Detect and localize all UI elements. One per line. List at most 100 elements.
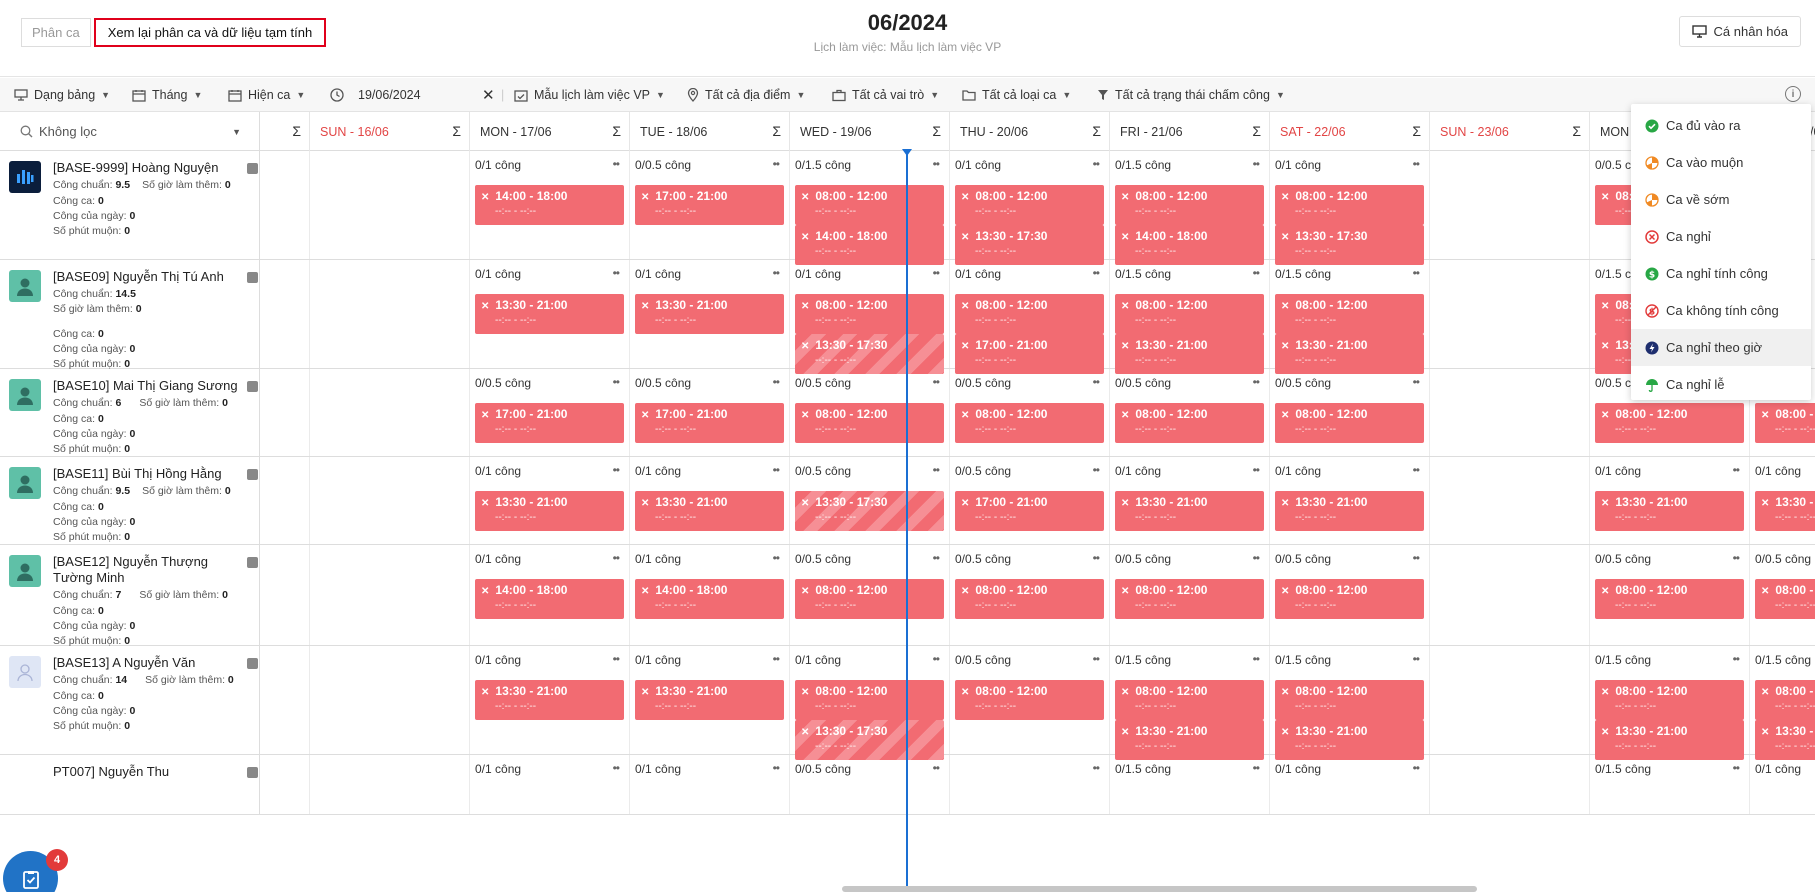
shift-block[interactable]: ✕ 08:00 - 12:00 --:-- - --:-- — [955, 403, 1104, 443]
shift-block[interactable]: ✕ 13:30 - 21:00 --:-- - --:-- — [635, 680, 784, 720]
shift-block[interactable]: ✕ 17:00 - 21:00 --:-- - --:-- — [955, 491, 1104, 531]
day-cell[interactable] — [310, 545, 470, 645]
shift-block[interactable]: ✕ 08:00 - 12:00 --:-- - --:-- — [955, 579, 1104, 619]
shift-block[interactable]: ✕ 13:30 - 21:00 --:-- - --:-- — [475, 680, 624, 720]
shift-block[interactable]: ✕ 13:30 - 21:00 --:-- - --:-- — [635, 294, 784, 334]
day-cell[interactable] — [1430, 369, 1590, 456]
day-cell[interactable]: 0/1.5 công••✕08:00 - 12:00--:-- - --:--✕… — [1110, 151, 1270, 265]
day-cell[interactable]: 0/1 công •• ✕ 13:30 - 21:00 --:-- - --:-- — [1590, 457, 1750, 544]
more-options-icon[interactable]: •• — [1733, 652, 1740, 666]
day-header[interactable]: FRI - 21/06 Σ — [1110, 112, 1270, 151]
shift-block[interactable]: ✕ 08:00 - 12:00 --:-- - --:-- — [955, 185, 1104, 225]
shift-block[interactable]: ✕ 17:00 - 21:00 --:-- - --:-- — [635, 185, 784, 225]
more-options-icon[interactable]: •• — [773, 463, 780, 477]
shift-block[interactable]: ✕ 13:30 - 21:00 --:-- - --:-- — [1115, 491, 1264, 531]
shift-block[interactable]: ✕ 17:00 - 21:00 --:-- - --:-- — [635, 403, 784, 443]
more-options-icon[interactable]: •• — [773, 761, 780, 775]
more-options-icon[interactable]: •• — [933, 157, 940, 171]
day-cell[interactable] — [310, 755, 470, 814]
more-options-icon[interactable]: •• — [613, 157, 620, 171]
day-cell[interactable]: 0/0.5 công •• ✕ 13:30 - 17:30 --:-- - --:-- — [790, 457, 950, 544]
day-cell[interactable]: 0/1.5 công••✕08:00 - 12:00--:-- - --:--✕… — [1270, 260, 1430, 374]
shift-block[interactable]: ✕ 08:00 - 12:00 --:-- - --:-- — [795, 680, 944, 720]
more-options-icon[interactable]: •• — [773, 375, 780, 389]
shift-block[interactable]: ✕ 13:30 - 17:30 --:-- - --:-- — [795, 720, 944, 760]
more-options-icon[interactable]: •• — [1093, 375, 1100, 389]
day-cell[interactable] — [1430, 755, 1590, 814]
filter-shift-type[interactable]: Tất cả loại ca ▼ — [962, 78, 1071, 112]
day-cell[interactable]: 0/1 công •• ✕ 13:30 - 21:00 --:-- - --:-- — [630, 646, 790, 754]
more-options-icon[interactable]: •• — [1253, 463, 1260, 477]
more-options-icon[interactable]: •• — [1413, 157, 1420, 171]
shift-block[interactable]: ✕ 13:30 - 21:00 --:-- - --:-- — [1755, 491, 1815, 531]
day-cell[interactable]: 0/1 công •• ✕ 13:30 - 21:00 --:-- - --:-- — [1270, 457, 1430, 544]
day-header[interactable]: SUN - 16/06 Σ — [310, 112, 470, 151]
day-cell[interactable]: 0/1 công •• ✕ 13:30 - 21:00 --:-- - --:-- — [470, 646, 630, 754]
shift-block[interactable]: ✕ 08:00 - 12:00 --:-- - --:-- — [795, 579, 944, 619]
more-options-icon[interactable]: •• — [1733, 761, 1740, 775]
day-header[interactable]: MON - 17/06 Σ — [470, 112, 630, 151]
more-options-icon[interactable]: •• — [1253, 551, 1260, 565]
day-cell[interactable]: 0/0.5 công •• ✕ 08:00 - 12:00 --:-- - --:-- — [1270, 545, 1430, 645]
shift-block[interactable]: ✕ 13:30 - 17:30 --:-- - --:-- — [1275, 225, 1424, 265]
day-cell[interactable]: •• — [950, 755, 1110, 814]
filter-show[interactable]: Hiện ca ▼ — [228, 78, 305, 112]
day-cell[interactable]: 0/1 công•• — [1270, 755, 1430, 814]
day-cell[interactable]: 0/0.5 công •• ✕ 17:00 - 21:00 --:-- - --:-- — [630, 151, 790, 259]
more-options-icon[interactable]: •• — [933, 551, 940, 565]
more-options-icon[interactable]: •• — [773, 266, 780, 280]
employee-info[interactable]: [BASE-9999] Hoàng Nguyện Công chuẩn: 9.5 S… — [0, 151, 260, 259]
day-header[interactable]: SAT - 22/06 Σ — [1270, 112, 1430, 151]
employee-info[interactable]: [BASE09] Nguyễn Thị Tú Anh Công chuẩn: 14… — [0, 260, 260, 370]
day-cell[interactable]: 0/1 công •• ✕ 13:30 - 21:00 --:-- - --:-- — [630, 260, 790, 368]
shift-block[interactable]: ✕ 14:00 - 18:00 --:-- - --:-- — [1115, 225, 1264, 265]
shift-block[interactable]: ✕ 08:00 - 12:00 --:-- - --:-- — [955, 294, 1104, 334]
day-cell[interactable]: 0/0.5 công •• ✕ 08:00 - 12:00 --:-- - --:-- — [1110, 545, 1270, 645]
row-checkbox[interactable] — [247, 658, 258, 669]
day-cell[interactable]: 0/1 công •• ✕ 08:00 - 12:00 --:-- - --:-- ✕ 13… — [950, 151, 1110, 265]
more-options-icon[interactable]: •• — [1413, 463, 1420, 477]
shift-block[interactable]: ✕ 08:00 - 12:00 --:-- - --:-- — [1755, 579, 1815, 619]
more-options-icon[interactable]: •• — [933, 375, 940, 389]
day-cell[interactable]: 0/0.5 công •• ✕ 08:00 - 12:00 --:-- - --:-- — [950, 369, 1110, 456]
more-options-icon[interactable]: •• — [773, 551, 780, 565]
day-cell[interactable]: 0/0.5 công •• ✕ 08:00 - 12:00 --:-- - --:-- — [1590, 545, 1750, 645]
more-options-icon[interactable]: •• — [933, 652, 940, 666]
filter-template[interactable]: Mẫu lịch làm việc VP ▼ — [514, 78, 665, 112]
shift-block[interactable]: ✕ 08:00 - 12:00 --:-- - --:-- — [1595, 680, 1744, 720]
shift-block[interactable]: ✕ 08:00 - 12:00 --:-- - --:-- — [1115, 579, 1264, 619]
shift-block[interactable]: ✕ 13:30 - 21:00 --:-- - --:-- — [475, 294, 624, 334]
more-options-icon[interactable]: •• — [613, 652, 620, 666]
day-cell[interactable]: 0/1.5 công••✕08:00 - 12:00--:-- - --:--✕… — [1270, 646, 1430, 760]
day-cell[interactable]: 0/0.5 công •• ✕ 08:00 - 12:00 --:-- - --:-- — [950, 545, 1110, 645]
day-cell[interactable]: 0/0.5 công •• ✕ 17:00 - 21:00 --:-- - --:-- — [630, 369, 790, 456]
shift-block[interactable]: ✕ 13:30 - 21:00 --:-- - --:-- — [635, 491, 784, 531]
shift-block[interactable]: ✕ 14:00 - 18:00 --:-- - --:-- — [475, 185, 624, 225]
day-cell[interactable] — [1430, 151, 1590, 259]
shift-block[interactable]: ✕ 13:30 - 21:00 --:-- - --:-- — [1275, 334, 1424, 374]
day-cell[interactable]: 0/1 công•• — [1750, 755, 1815, 814]
day-header[interactable]: THU - 20/06 Σ — [950, 112, 1110, 151]
day-cell[interactable]: 0/1 công•• — [470, 755, 630, 814]
day-cell[interactable] — [310, 260, 470, 368]
legend-item[interactable]: Ca đủ vào ra — [1631, 107, 1811, 144]
day-cell[interactable]: 0/0.5 công •• ✕ 08:00 - 12:00 --:-- - --:-- — [1270, 369, 1430, 456]
day-cell[interactable]: 0/1 công •• ✕ 08:00 - 12:00 --:-- - --:-- ✕ 17… — [950, 260, 1110, 374]
row-checkbox[interactable] — [247, 272, 258, 283]
legend-item[interactable]: Ca về sớm — [1631, 181, 1811, 218]
shift-block[interactable]: ✕ 13:30 - 21:00 --:-- - --:-- — [1755, 720, 1815, 760]
day-cell[interactable]: 0/1 công •• ✕ 14:00 - 18:00 --:-- - --:-- — [470, 545, 630, 645]
more-options-icon[interactable]: •• — [1253, 761, 1260, 775]
more-options-icon[interactable]: •• — [1093, 551, 1100, 565]
filter-location[interactable]: Tất cả địa điểm ▼ — [687, 78, 805, 112]
day-cell[interactable] — [310, 457, 470, 544]
more-options-icon[interactable]: •• — [1093, 652, 1100, 666]
shift-block[interactable]: ✕ 17:00 - 21:00 --:-- - --:-- — [955, 334, 1104, 374]
personalize-button[interactable]: Cá nhân hóa — [1678, 16, 1801, 47]
filter-period[interactable]: Tháng ▼ — [132, 78, 202, 112]
shift-block[interactable]: ✕ 13:30 - 21:00 --:-- - --:-- — [1595, 491, 1744, 531]
day-header[interactable]: SUN - 23/06 Σ — [1430, 112, 1590, 151]
more-options-icon[interactable]: •• — [1093, 157, 1100, 171]
more-options-icon[interactable]: •• — [1253, 266, 1260, 280]
legend-item[interactable]: Ca nghỉ — [1631, 218, 1811, 255]
